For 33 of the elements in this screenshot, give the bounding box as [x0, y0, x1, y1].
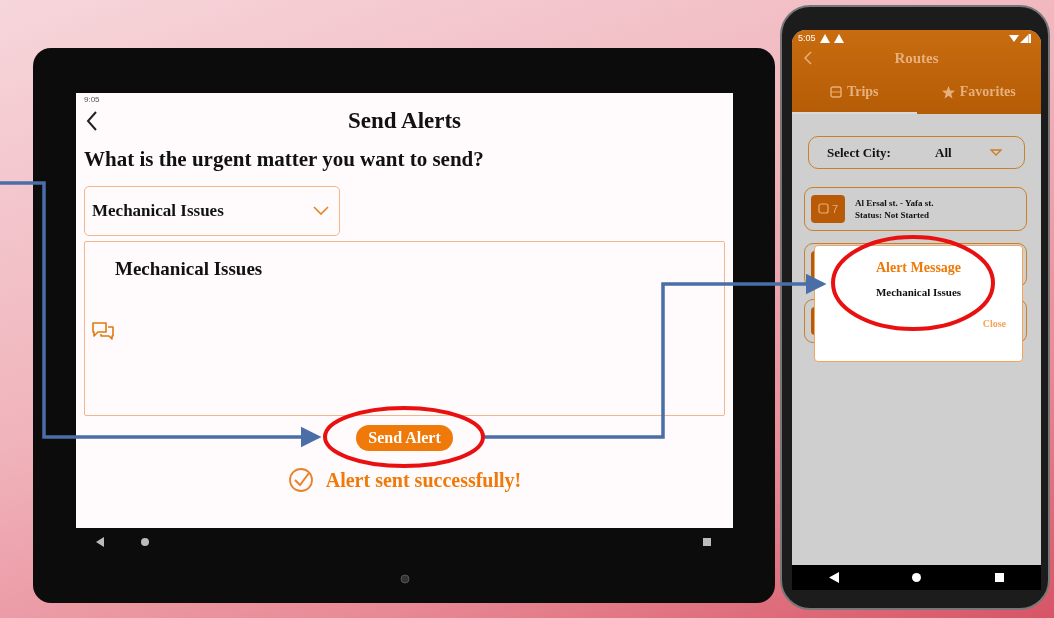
recents-nav-icon[interactable] [703, 537, 711, 546]
status-time: 9:05 [84, 94, 100, 104]
home-nav-icon[interactable] [141, 537, 149, 546]
route-card[interactable]: 7 Al Ersal st. - Yafa st. Status: Not Started [804, 187, 1027, 231]
dialog-title: Alert Message [875, 260, 962, 276]
check-circle-icon [287, 467, 314, 493]
success-message: Alert sent successfully! [325, 468, 522, 492]
bus-icon [829, 85, 842, 99]
back-nav-icon[interactable] [96, 536, 105, 547]
status-time: 5:05 [798, 33, 816, 43]
back-nav-icon[interactable] [828, 572, 839, 583]
screen-title: Routes [894, 49, 939, 67]
chat-icon [91, 321, 115, 341]
signal-icon [1009, 33, 1031, 43]
route-badge: 7 [811, 195, 845, 223]
bus-icon [817, 203, 829, 215]
warning-icon [819, 33, 830, 43]
home-nav-icon[interactable] [912, 573, 922, 582]
dialog-message: Mechanical Issues [875, 286, 962, 298]
warning-icon [833, 33, 844, 43]
city-dropdown[interactable]: Select City: All [808, 136, 1025, 169]
route-name: Al Ersal st. - Yafa st. [855, 198, 934, 208]
matter-dropdown[interactable]: Mechanical Issues [84, 186, 340, 236]
screen-title: Send Alerts [347, 108, 462, 134]
back-icon[interactable] [86, 111, 98, 131]
question-text: What is the urgent matter you want to send? [84, 147, 485, 172]
chevron-down-icon [313, 206, 329, 216]
star-icon [941, 85, 955, 99]
route-status: Status: Not Started [855, 210, 930, 220]
recents-nav-icon[interactable] [995, 573, 1005, 582]
caret-icon [990, 149, 1002, 156]
camera-icon [399, 574, 410, 584]
message-field[interactable]: Mechanical Issues [84, 241, 725, 416]
